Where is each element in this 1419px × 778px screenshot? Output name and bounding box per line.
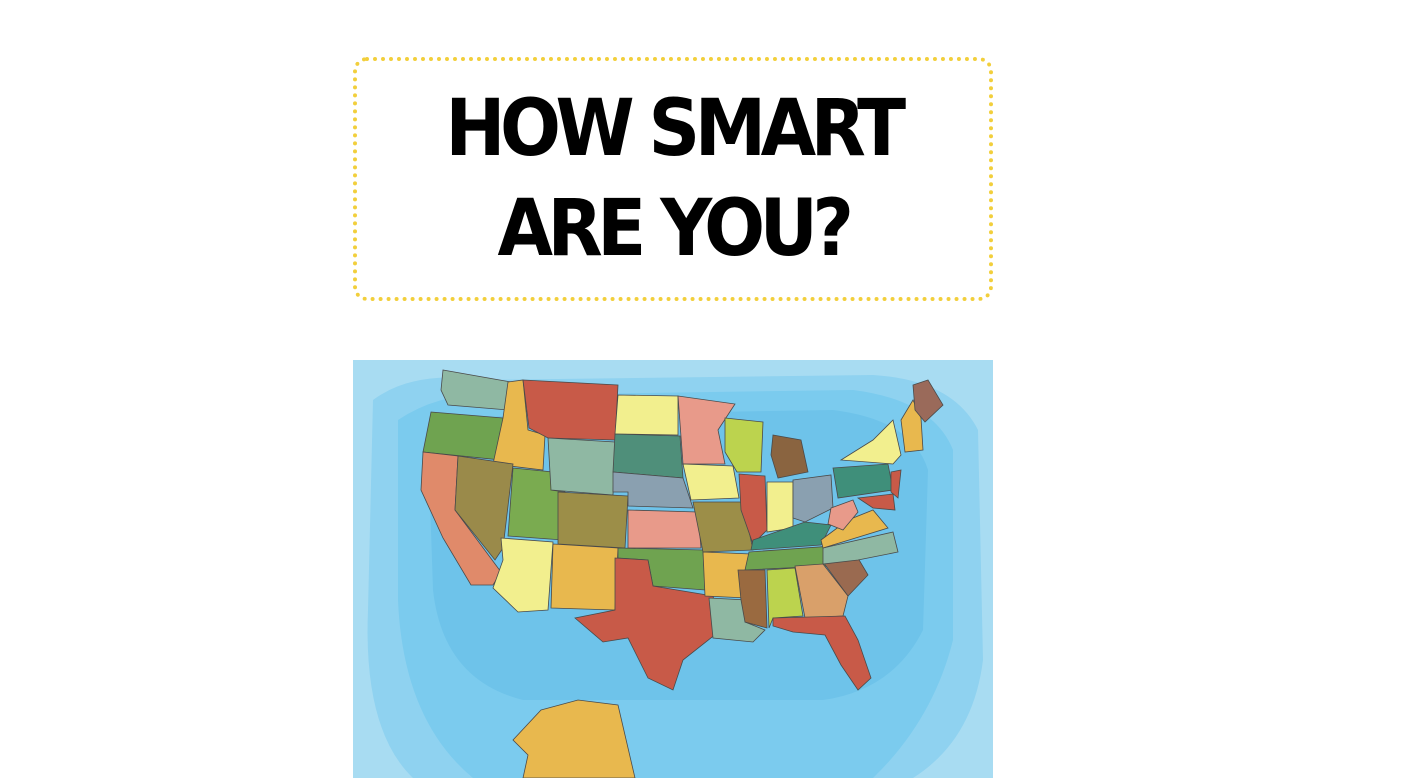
state-oregon <box>422 411 504 461</box>
state-north-dakota <box>614 394 679 436</box>
state-montana <box>522 379 619 441</box>
page-title: HOW SMART ARE YOU? <box>445 84 906 274</box>
state-indiana <box>766 481 794 533</box>
state-colorado <box>557 491 629 549</box>
state-south-dakota <box>612 433 684 479</box>
state-wyoming <box>547 437 616 496</box>
state-new-mexico <box>550 543 619 611</box>
page: HOW SMART ARE YOU? <box>0 0 1419 778</box>
title-card: HOW SMART ARE YOU? <box>353 57 993 301</box>
state-kansas <box>627 509 702 549</box>
us-map-graphic <box>353 360 993 778</box>
state-iowa <box>682 463 740 501</box>
us-map-image <box>353 360 993 778</box>
